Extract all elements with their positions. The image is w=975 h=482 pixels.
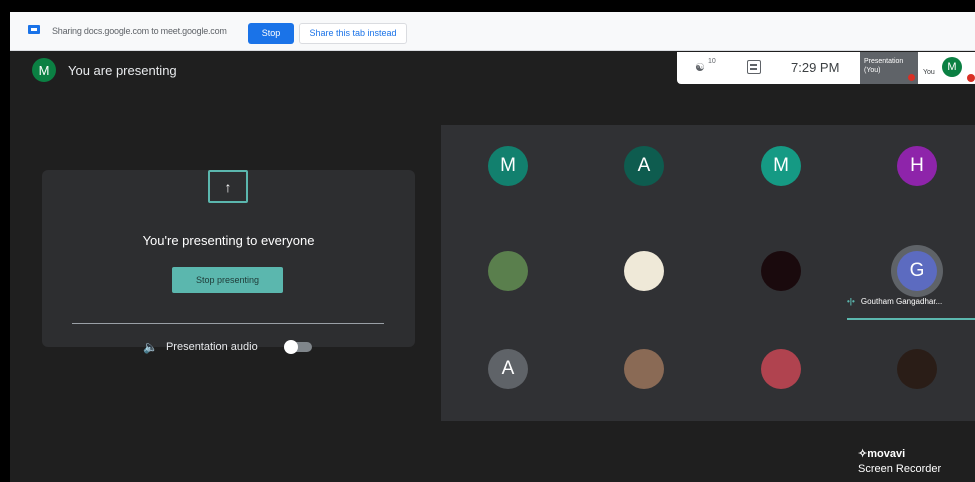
participant-avatar[interactable]: G [897,251,937,291]
presenting-heading: You're presenting to everyone [142,233,315,248]
self-label: You [923,69,935,76]
participant-photo-avatar[interactable] [897,349,937,389]
movavi-watermark: ✧movavi Screen Recorder [852,443,965,482]
sharing-bar: Sharing docs.google.com to meet.google.c… [10,12,975,51]
divider [72,323,384,324]
presenting-status: You are presenting [68,62,177,78]
active-speaker-label: •|• Goutham Gangadhar... [847,297,975,309]
participant-photo-avatar[interactable] [624,349,664,389]
self-avatar: M [942,57,962,77]
people-icon[interactable]: ☯ 10 [695,58,716,75]
presentation-audio-control: 🔈 Presentation audio [143,337,312,357]
presentation-audio-toggle[interactable] [283,340,312,354]
participant-avatar[interactable]: A [624,146,664,186]
meeting-time: 7:29 PM [791,60,840,75]
participant-photo-avatar[interactable] [624,251,664,291]
meeting-info-panel: ☯ 10 7:29 PM Presentation (You) You M [677,52,975,84]
presentation-thumbnail[interactable]: Presentation (You) [860,52,918,84]
stop-presenting-button[interactable]: Stop presenting [172,267,283,293]
participant-avatar[interactable]: A [488,349,528,389]
chat-icon[interactable] [747,60,761,74]
share-this-tab-button[interactable]: Share this tab instead [299,23,407,44]
participant-grid: •|• Goutham Gangadhar... M A M H G A [441,125,975,421]
mic-off-icon [908,74,915,81]
screen: Sharing docs.google.com to meet.google.c… [10,12,975,482]
avatar: M [32,58,56,82]
participant-photo-avatar[interactable] [488,251,528,291]
participant-photo-avatar[interactable] [761,349,801,389]
speaker-icon: 🔈 [143,340,158,354]
participant-avatar[interactable]: M [488,146,528,186]
speaking-indicator-icon: •|• [847,297,855,306]
participant-photo-avatar[interactable] [761,251,801,291]
participant-avatar[interactable]: M [761,146,801,186]
mic-muted-icon [967,74,975,82]
screen-share-icon [28,25,40,34]
presentation-thumb-title: Presentation [864,58,904,65]
presenting-card: ↑ You're presenting to everyone Stop pre… [42,170,415,347]
present-upload-icon: ↑ [208,170,248,203]
movavi-product: Screen Recorder [858,463,942,475]
stop-sharing-button[interactable]: Stop [248,23,294,44]
participant-avatar[interactable]: H [897,146,937,186]
active-speaker-underline [847,318,975,320]
presenting-header: M You are presenting [32,57,177,83]
people-count: 10 [708,58,716,65]
speaker-name: Goutham Gangadhar... [860,297,943,306]
sharing-message: Sharing docs.google.com to meet.google.c… [52,26,227,36]
presentation-audio-label: Presentation audio [165,341,258,353]
movavi-logo: ✧movavi [858,448,906,460]
